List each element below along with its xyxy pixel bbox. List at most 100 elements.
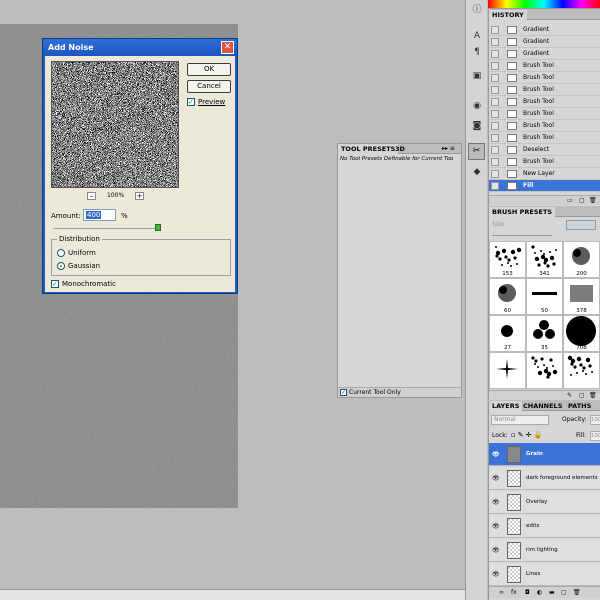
uniform-radio[interactable]: [57, 249, 65, 257]
tab-3d[interactable]: 3D: [392, 144, 408, 154]
new-brush-icon[interactable]: ▢: [579, 392, 585, 399]
brush-preset[interactable]: 60: [489, 278, 526, 315]
brush-preset[interactable]: [489, 352, 526, 389]
history-item[interactable]: Brush Tool: [489, 96, 600, 108]
delete-layer-icon[interactable]: 🗑: [573, 589, 581, 596]
layer-row[interactable]: 👁 Lines: [489, 563, 600, 586]
eye-icon[interactable]: 👁: [492, 571, 500, 578]
brush-preset[interactable]: [526, 352, 563, 389]
history-checkbox[interactable]: [491, 86, 499, 94]
new-group-icon[interactable]: ▬: [549, 589, 555, 596]
zoom-out-button[interactable]: –: [87, 192, 96, 200]
history-item[interactable]: Gradient: [489, 24, 600, 36]
trash-icon[interactable]: 🗑: [589, 197, 597, 204]
layer-row[interactable]: 👁 edits: [489, 515, 600, 538]
brush-size-field[interactable]: [566, 220, 596, 230]
history-checkbox[interactable]: [491, 110, 499, 118]
eye-icon[interactable]: 👁: [492, 451, 500, 458]
history-item[interactable]: Gradient: [489, 36, 600, 48]
history-item[interactable]: Brush Tool: [489, 72, 600, 84]
close-icon[interactable]: ✕: [221, 41, 234, 54]
blend-mode-select[interactable]: Normal: [491, 415, 549, 425]
fill-input[interactable]: 100: [590, 431, 600, 441]
history-item[interactable]: Brush Tool: [489, 156, 600, 168]
history-item[interactable]: New Layer: [489, 168, 600, 180]
opacity-input[interactable]: 100: [590, 415, 600, 425]
history-item[interactable]: Gradient: [489, 48, 600, 60]
zoom-in-button[interactable]: +: [135, 192, 144, 200]
history-checkbox[interactable]: [491, 50, 499, 58]
brush-preset[interactable]: 200: [563, 241, 600, 278]
add-mask-icon[interactable]: ◘: [525, 589, 530, 596]
link-layers-icon[interactable]: ∞: [499, 589, 504, 596]
history-checkbox[interactable]: [491, 170, 499, 178]
horizontal-scrollbar[interactable]: [0, 589, 465, 600]
eye-icon[interactable]: 👁: [492, 523, 500, 530]
brush-preset[interactable]: 35: [526, 315, 563, 352]
gaussian-radio[interactable]: [57, 262, 65, 270]
paragraph-icon[interactable]: ¶: [471, 46, 483, 58]
adjustment-layer-icon[interactable]: ◐: [537, 589, 542, 596]
layer-comps-icon[interactable]: ▣: [471, 70, 483, 82]
amount-slider-track[interactable]: [53, 228, 161, 229]
current-tool-only-checkbox[interactable]: ✓: [340, 389, 347, 396]
tab-tool-presets[interactable]: TOOL PRESETS: [338, 144, 399, 154]
tab-paths[interactable]: PATHS: [565, 401, 594, 411]
lock-icons[interactable]: ▫✎✛🔒: [511, 431, 544, 439]
3d-icon[interactable]: ◆: [471, 166, 483, 178]
brush-preset[interactable]: 341: [526, 241, 563, 278]
new-snapshot-icon[interactable]: ▭: [567, 197, 573, 204]
history-item[interactable]: Fill: [489, 180, 600, 192]
tab-brush-presets[interactable]: BRUSH PRESETS: [489, 207, 556, 217]
history-item[interactable]: Deselect: [489, 144, 600, 156]
history-item[interactable]: Brush Tool: [489, 120, 600, 132]
history-checkbox[interactable]: [491, 158, 499, 166]
amount-slider-thumb[interactable]: [155, 224, 161, 231]
filter-preview[interactable]: [51, 61, 179, 188]
history-checkbox[interactable]: [491, 26, 499, 34]
preview-checkbox[interactable]: ✓: [187, 98, 195, 106]
layer-row[interactable]: 👁 Grain: [489, 443, 600, 466]
layer-row[interactable]: 👁 dark foreground elements: [489, 467, 600, 490]
ok-button[interactable]: OK: [187, 63, 231, 76]
history-item[interactable]: Brush Tool: [489, 132, 600, 144]
brush-size-slider[interactable]: [492, 235, 552, 236]
cancel-button[interactable]: Cancel: [187, 80, 231, 93]
brush-preset[interactable]: 50: [526, 278, 563, 315]
history-item[interactable]: Brush Tool: [489, 108, 600, 120]
character-icon[interactable]: A: [471, 30, 483, 42]
brush-preset[interactable]: 27: [489, 315, 526, 352]
clone-source-icon[interactable]: ◉: [471, 100, 483, 112]
tool-presets-icon[interactable]: ✂: [468, 143, 485, 160]
history-checkbox[interactable]: [491, 74, 499, 82]
layer-row[interactable]: 👁 Overlay: [489, 491, 600, 514]
history-item[interactable]: Brush Tool: [489, 60, 600, 72]
monochromatic-checkbox[interactable]: ✓: [51, 280, 59, 288]
history-checkbox[interactable]: [491, 134, 499, 142]
brush-preset[interactable]: 708: [563, 315, 600, 352]
amount-input[interactable]: 400: [83, 209, 116, 221]
camera-icon[interactable]: ◙: [471, 120, 483, 132]
tab-history[interactable]: HISTORY: [489, 10, 527, 20]
delete-brush-icon[interactable]: 🗑: [589, 392, 597, 399]
history-checkbox[interactable]: [491, 146, 499, 154]
history-item[interactable]: Brush Tool: [489, 84, 600, 96]
history-checkbox[interactable]: [491, 182, 499, 190]
eye-icon[interactable]: 👁: [492, 547, 500, 554]
history-checkbox[interactable]: [491, 38, 499, 46]
history-checkbox[interactable]: [491, 122, 499, 130]
brush-preset[interactable]: [563, 352, 600, 389]
history-checkbox[interactable]: [491, 98, 499, 106]
tab-channels[interactable]: CHANNELS: [520, 401, 565, 411]
color-swatch-strip[interactable]: [488, 0, 600, 9]
toggle-brush-panel-icon[interactable]: ✎: [567, 392, 572, 399]
new-layer-icon[interactable]: ▢: [561, 589, 567, 596]
eye-icon[interactable]: 👁: [492, 475, 500, 482]
brush-preset[interactable]: 378: [563, 278, 600, 315]
panel-menu-icon[interactable]: ▸▸ ≡: [442, 145, 455, 152]
tab-layers[interactable]: LAYERS: [489, 401, 523, 411]
brush-preset[interactable]: 153: [489, 241, 526, 278]
eye-icon[interactable]: 👁: [492, 499, 500, 506]
layer-row[interactable]: 👁 rim lighting: [489, 539, 600, 562]
layer-style-icon[interactable]: fx: [511, 589, 517, 596]
